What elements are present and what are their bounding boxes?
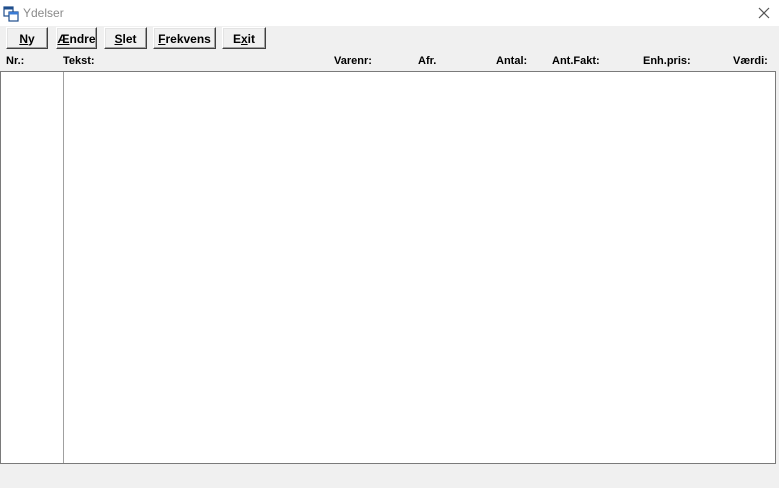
aendre-button[interactable]: Ændre <box>56 27 97 49</box>
window-title: Ydelser <box>23 6 64 20</box>
column-header-vaerdi: Værdi: <box>733 55 768 67</box>
column-header-ant-fakt: Ant.Fakt: <box>552 55 600 67</box>
column-header-tekst: Tekst: <box>63 55 95 67</box>
slet-button-label: Slet <box>114 32 137 46</box>
column-header-varenr: Varenr: <box>334 55 372 67</box>
aendre-button-label: Ændre <box>57 32 96 46</box>
ydelser-window: Ydelser Ny Ændre Slet Frekvens Exit Nr.:… <box>0 0 779 488</box>
close-button[interactable] <box>749 0 779 26</box>
exit-button-label: Exit <box>232 32 256 46</box>
list-rows <box>1 72 775 463</box>
title-bar[interactable]: Ydelser <box>0 0 779 26</box>
column-header-enh-pris: Enh.pris: <box>643 55 691 67</box>
frekvens-button[interactable]: Frekvens <box>153 27 216 49</box>
exit-button[interactable]: Exit <box>222 27 266 49</box>
windows-app-icon <box>3 6 19 22</box>
ydelser-list[interactable] <box>0 71 776 464</box>
ny-button-label: Ny <box>19 32 35 46</box>
column-header-antal: Antal: <box>496 55 528 67</box>
close-icon <box>758 7 770 19</box>
column-header-afr: Afr. <box>418 55 437 67</box>
ny-button[interactable]: Ny <box>6 27 48 49</box>
frekvens-button-label: Frekvens <box>158 32 211 46</box>
column-header-nr: Nr.: <box>6 55 25 67</box>
slet-button[interactable]: Slet <box>104 27 147 49</box>
